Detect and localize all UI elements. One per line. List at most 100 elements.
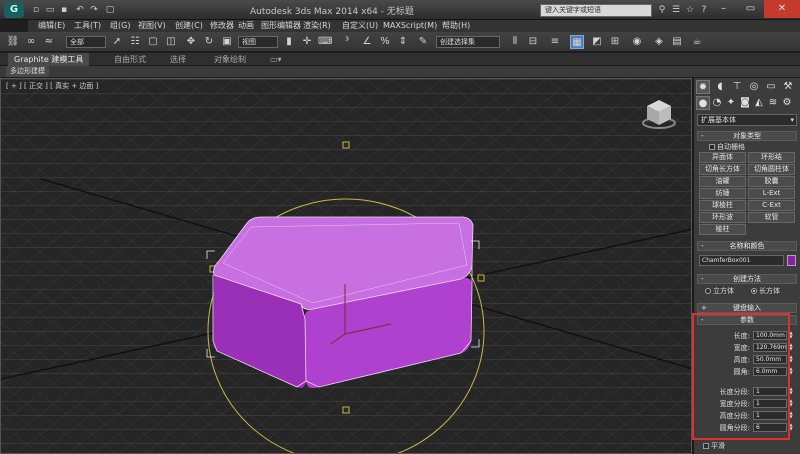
chamfer-box-button[interactable]: 切角长方体 xyxy=(699,164,746,175)
layer-manager-icon[interactable]: ≡ xyxy=(548,35,562,49)
polygon-modeling-panel[interactable]: 多边形建模 xyxy=(6,66,49,77)
length-segs-spinner-arrows[interactable]: ▲ ▼ xyxy=(788,387,794,396)
spindle-button[interactable]: 纺锤 xyxy=(699,188,746,199)
l-ext-button[interactable]: L-Ext xyxy=(748,188,795,199)
graphite-toggle-icon[interactable]: ▦ xyxy=(570,35,584,49)
curve-editor-icon[interactable]: ◩ xyxy=(590,35,604,49)
keyboard-shortcut-icon[interactable]: ⌨ xyxy=(318,35,332,49)
scale-icon[interactable]: ▣ xyxy=(220,35,234,49)
length-input[interactable]: 100.0mm xyxy=(753,331,787,340)
ribbon-options-icon[interactable]: ▭▾ xyxy=(264,53,288,66)
spinner-snap-icon[interactable]: ⇕ xyxy=(396,35,410,49)
height-segs-spinner-arrows[interactable]: ▲ ▼ xyxy=(788,411,794,420)
selection-filter-dropdown[interactable]: 全部 xyxy=(66,36,106,48)
menu-group[interactable]: 组(G) xyxy=(110,20,130,32)
star-icon[interactable]: ☆ xyxy=(684,4,696,16)
binoculars-icon[interactable]: ⚲ xyxy=(656,4,668,16)
viewport-label[interactable]: [ + ] [ 正交 ] [ 真实 + 边面 ] xyxy=(6,81,98,91)
width-segs-input[interactable]: 1 xyxy=(753,399,787,408)
pivot-center-icon[interactable]: ▮ xyxy=(282,35,296,49)
height-segs-input[interactable]: 1 xyxy=(753,411,787,420)
object-type-header[interactable]: - 对象类型 xyxy=(697,131,797,141)
move-icon[interactable]: ✥ xyxy=(184,35,198,49)
window-crossing-icon[interactable]: ◫ xyxy=(164,35,178,49)
redo-icon[interactable]: ↷ xyxy=(88,4,100,16)
bind-space-warp-icon[interactable]: ≈ xyxy=(42,35,56,49)
shapes-icon[interactable]: ◔ xyxy=(710,96,724,110)
save-file-icon[interactable]: ▪ xyxy=(58,4,70,16)
viewcube-icon[interactable] xyxy=(641,97,677,131)
tab-object-paint[interactable]: 对象绘制 xyxy=(208,53,252,66)
name-color-header[interactable]: - 名称和颜色 xyxy=(697,241,797,251)
align-icon[interactable]: ⊟ xyxy=(526,35,540,49)
cameras-icon[interactable]: ◙ xyxy=(738,96,752,110)
menu-tools[interactable]: 工具(T) xyxy=(74,20,101,32)
motion-tab-icon[interactable]: ◎ xyxy=(747,80,761,94)
helpers-icon[interactable]: ◭ xyxy=(752,96,766,110)
menu-maxscript[interactable]: MAXScript(M) xyxy=(383,20,437,32)
space-warps-icon[interactable]: ≋ xyxy=(766,96,780,110)
capsule-button[interactable]: 胶囊 xyxy=(748,176,795,187)
autogrid-checkbox[interactable]: 自动栅格 xyxy=(709,142,745,152)
object-name-field[interactable]: ChamferBox001 xyxy=(699,255,784,266)
help-icon[interactable]: ? xyxy=(698,4,710,16)
width-segs-spinner-arrows[interactable]: ▲ ▼ xyxy=(788,399,794,408)
mirror-icon[interactable]: ⫴ xyxy=(508,35,522,49)
hedra-button[interactable]: 异面体 xyxy=(699,152,746,163)
app-menu-button[interactable]: G xyxy=(4,2,24,18)
close-button[interactable]: ✕ xyxy=(764,0,800,18)
fillet-segs-spinner-arrows[interactable]: ▲ ▼ xyxy=(788,423,794,432)
community-icon[interactable]: ☰ xyxy=(670,4,682,16)
coordinate-system-dropdown[interactable]: 视图 xyxy=(238,36,278,48)
material-editor-icon[interactable]: ◉ xyxy=(630,35,644,49)
menu-graph-editors[interactable]: 图形编辑器 xyxy=(261,20,301,32)
height-spinner-arrows[interactable]: ▲ ▼ xyxy=(788,355,794,364)
keyboard-entry-header[interactable]: + 键盘输入 xyxy=(697,303,797,313)
fillet-segs-input[interactable]: 6 xyxy=(753,423,787,432)
create-tab-icon[interactable]: ✹ xyxy=(696,80,710,94)
edit-named-selection-icon[interactable]: ✎ xyxy=(416,35,430,49)
geometry-icon[interactable]: ● xyxy=(696,96,710,110)
snaps-toggle-icon[interactable]: ³ xyxy=(340,35,354,49)
ringwave-button[interactable]: 环形波 xyxy=(699,212,746,223)
width-input[interactable]: 120.769m xyxy=(753,343,787,352)
unlink-icon[interactable]: ∞ xyxy=(24,35,38,49)
object-color-swatch[interactable] xyxy=(787,255,796,266)
new-file-icon[interactable]: ▫ xyxy=(30,4,42,16)
select-by-name-icon[interactable]: ☷ xyxy=(128,35,142,49)
fillet-spinner-arrows[interactable]: ▲ ▼ xyxy=(788,367,794,376)
lights-icon[interactable]: ✦ xyxy=(724,96,738,110)
display-tab-icon[interactable]: ▭ xyxy=(764,80,778,94)
rotate-icon[interactable]: ↻ xyxy=(202,35,216,49)
hierarchy-tab-icon[interactable]: ⊤ xyxy=(730,80,744,94)
select-object-icon[interactable]: ➚ xyxy=(110,35,124,49)
perspective-viewport[interactable]: [ + ] [ 正交 ] [ 真实 + 边面 ] xyxy=(0,78,692,454)
chamfer-cylinder-button[interactable]: 切角圆柱体 xyxy=(748,164,795,175)
length-spinner-arrows[interactable]: ▲ ▼ xyxy=(788,331,794,340)
menu-rendering[interactable]: 渲染(R) xyxy=(303,20,331,32)
angle-snap-icon[interactable]: ∠ xyxy=(360,35,374,49)
search-input[interactable]: 键入关键字或短语 xyxy=(540,4,652,17)
minimize-button[interactable]: – xyxy=(710,0,737,18)
oil-tank-button[interactable]: 油罐 xyxy=(699,176,746,187)
menu-customize[interactable]: 自定义(U) xyxy=(342,20,378,32)
primitive-category-dropdown[interactable]: 扩展基本体 xyxy=(697,114,797,126)
prism-button[interactable]: 棱柱 xyxy=(699,224,746,235)
tab-selection[interactable]: 选择 xyxy=(164,53,192,66)
height-input[interactable]: 50.0mm xyxy=(753,355,787,364)
menu-modifiers[interactable]: 修改器 xyxy=(210,20,234,32)
render-production-icon[interactable]: ☕ xyxy=(690,35,704,49)
open-file-icon[interactable]: ▭ xyxy=(44,4,56,16)
parameters-header[interactable]: - 参数 xyxy=(697,315,797,325)
length-segs-input[interactable]: 1 xyxy=(753,387,787,396)
hose-button[interactable]: 软管 xyxy=(748,212,795,223)
fillet-input[interactable]: 6.0mm xyxy=(753,367,787,376)
smooth-checkbox[interactable]: 平滑 xyxy=(703,441,725,451)
gengon-button[interactable]: 球棱柱 xyxy=(699,200,746,211)
link-icon[interactable]: ⛓ xyxy=(6,35,20,49)
menu-view[interactable]: 视图(V) xyxy=(138,20,166,32)
tab-graphite-modeling[interactable]: Graphite 建模工具 xyxy=(8,53,90,66)
menu-create[interactable]: 创建(C) xyxy=(175,20,203,32)
c-ext-button[interactable]: C-Ext xyxy=(748,200,795,211)
cube-radio[interactable]: 立方体 xyxy=(705,286,734,296)
